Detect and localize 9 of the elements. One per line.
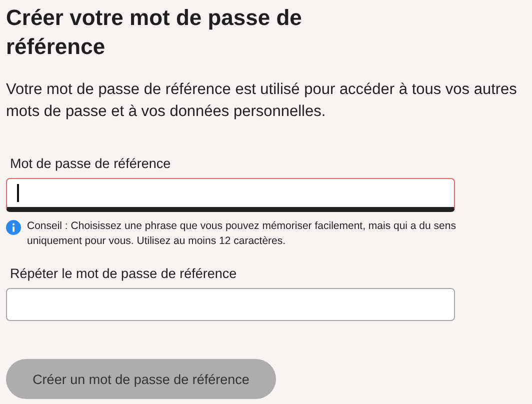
info-icon	[6, 220, 21, 235]
description: Votre mot de passe de référence est utilisé pour accéder à tous vos autres mots de passe et à vos données personnelles.	[6, 80, 518, 122]
page-title: Créer votre mot de passe de référence	[6, 4, 303, 61]
text-cursor	[17, 184, 18, 202]
field-label: Mot de passe de référence	[10, 156, 172, 172]
hint-text: Conseil : Choisissez une phrase que vous pouvez mémoriser facilement, mais qui a du sens uniquement pour vous. Utilisez au moins 12 caractères.	[27, 219, 457, 249]
field-label: Répéter le mot de passe de référence	[10, 266, 238, 282]
password-field[interactable]	[6, 288, 455, 321]
password-field[interactable]	[6, 178, 455, 212]
